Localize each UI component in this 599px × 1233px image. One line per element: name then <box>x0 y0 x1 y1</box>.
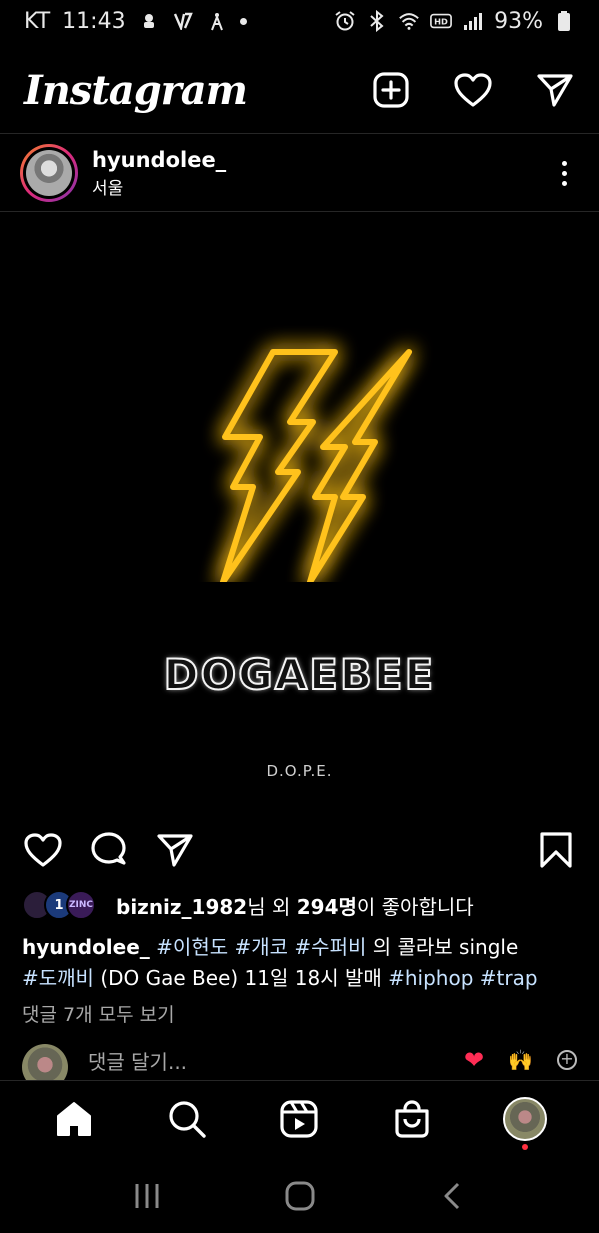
back-button[interactable] <box>428 1171 478 1221</box>
likes-text: bizniz_1982님 외 294명이 좋아합니다 <box>116 891 474 920</box>
avatar-photo <box>26 150 72 196</box>
comment-input[interactable]: 댓글 달기... <box>88 1046 187 1075</box>
heart-icon <box>454 73 492 107</box>
share-button[interactable] <box>154 829 196 871</box>
recent-apps-icon <box>135 1183 158 1208</box>
hashtag[interactable]: #trap <box>480 966 538 990</box>
battery-percent: 93% <box>494 8 543 34</box>
hashtag[interactable]: #개코 <box>234 935 288 959</box>
direct-message-icon <box>157 834 193 867</box>
battery-icon <box>553 10 575 32</box>
likes-suffix-a: 님 외 <box>247 894 297 919</box>
dot-icon <box>561 160 567 166</box>
hashtag[interactable]: #도깨비 <box>22 966 94 990</box>
system-navigation <box>0 1158 599 1233</box>
likes-suffix-b: 이 좋아합니다 <box>356 894 474 919</box>
comment-button[interactable] <box>88 829 130 871</box>
quick-reactions: ❤ 🙌 + <box>464 1046 577 1074</box>
home-icon <box>57 1101 92 1136</box>
nav-home[interactable] <box>49 1094 99 1144</box>
instagram-logo[interactable]: Instagram <box>24 67 248 114</box>
nav-reels[interactable] <box>274 1094 324 1144</box>
add-comment-row: 댓글 달기... ❤ 🙌 + <box>0 1040 599 1080</box>
hashtag[interactable]: #hiphop <box>388 966 473 990</box>
avatar-inner <box>23 147 75 199</box>
signal-icon <box>462 10 484 32</box>
post-username[interactable]: hyundolee_ <box>92 148 226 172</box>
caption-text: 의 콜라보 single <box>372 935 519 959</box>
liker-avatars: 1 ZINC <box>22 890 96 920</box>
bookmark-icon <box>540 832 572 868</box>
alarm-icon <box>334 10 356 32</box>
bluetooth-icon <box>366 10 388 32</box>
post-user: hyundolee_ 서울 <box>92 148 226 199</box>
brand-subtitle: D.O.P.E. <box>266 762 333 780</box>
svg-text:HD: HD <box>434 17 448 27</box>
header-actions <box>371 70 575 110</box>
likes-count[interactable]: 294명 <box>297 895 357 919</box>
app-header: Instagram <box>0 50 599 130</box>
save-button[interactable] <box>535 829 577 871</box>
heart-icon <box>24 833 62 867</box>
likes-summary[interactable]: 1 ZINC bizniz_1982님 외 294명이 좋아합니다 <box>22 890 474 920</box>
comment-icon <box>91 832 126 865</box>
hashtag[interactable]: #수퍼비 <box>294 935 366 959</box>
bottom-navigation <box>0 1080 599 1156</box>
activity-button[interactable] <box>453 70 493 110</box>
status-left: KT 11:43 <box>24 9 247 34</box>
nav-search[interactable] <box>162 1094 212 1144</box>
shop-icon <box>395 1099 429 1138</box>
profile-avatar <box>502 1096 547 1141</box>
back-icon <box>444 1182 459 1209</box>
direct-message-icon <box>537 74 573 107</box>
like-button[interactable] <box>22 829 64 871</box>
hd-voice-icon: HD <box>430 10 453 32</box>
lightning-bolt-icon <box>220 349 412 582</box>
wifi-icon <box>398 10 420 32</box>
nav-shop[interactable] <box>387 1094 437 1144</box>
nav-profile[interactable] <box>500 1094 550 1150</box>
home-circle-icon <box>285 1181 314 1210</box>
hashtag[interactable]: #이현도 <box>156 935 228 959</box>
view-all-comments-link[interactable]: 댓글 7개 모두 보기 <box>22 1000 175 1027</box>
home-system-button[interactable] <box>275 1171 325 1221</box>
direct-message-button[interactable] <box>535 70 575 110</box>
my-avatar <box>22 1044 68 1080</box>
post-header: hyundolee_ 서울 <box>0 134 599 212</box>
post-caption: hyundolee_ #이현도 #개코 #수퍼비 의 콜라보 single #도… <box>22 932 582 994</box>
heart-emoji-button[interactable]: ❤ <box>464 1046 484 1074</box>
new-post-icon <box>373 72 409 108</box>
carrier-label: KT <box>24 8 51 34</box>
search-icon <box>169 1100 206 1138</box>
tower-icon <box>206 10 228 32</box>
post-location[interactable]: 서울 <box>92 174 226 199</box>
brand-title: DOGAEBEE <box>163 649 436 700</box>
notification-icon <box>138 10 160 32</box>
post-author-avatar[interactable] <box>20 144 78 202</box>
new-post-button[interactable] <box>371 70 411 110</box>
vpn-icon <box>172 10 194 32</box>
post-image[interactable]: DOGAEBEE D.O.P.E. <box>0 212 599 818</box>
status-bar: KT 11:43 HD 93% <box>0 0 599 42</box>
recent-apps-button[interactable] <box>122 1171 172 1221</box>
caption-author[interactable]: hyundolee_ <box>22 935 150 959</box>
reels-icon <box>280 1099 319 1138</box>
add-emoji-button[interactable]: + <box>557 1050 577 1070</box>
more-notifications-dot <box>239 17 247 25</box>
dot-icon <box>561 170 567 176</box>
post-options-button[interactable] <box>549 153 579 193</box>
clock: 11:43 <box>62 8 126 34</box>
status-right: HD 93% <box>334 9 575 34</box>
first-liker[interactable]: bizniz_1982 <box>116 895 247 919</box>
post-actions <box>0 822 599 878</box>
notification-dot <box>521 1143 528 1150</box>
caption-text: (DO Gae Bee) 11일 18시 발매 <box>100 966 382 990</box>
raised-hands-emoji-button[interactable]: 🙌 <box>508 1048 533 1072</box>
liker-avatar: ZINC <box>66 890 96 920</box>
dot-icon <box>561 180 567 186</box>
